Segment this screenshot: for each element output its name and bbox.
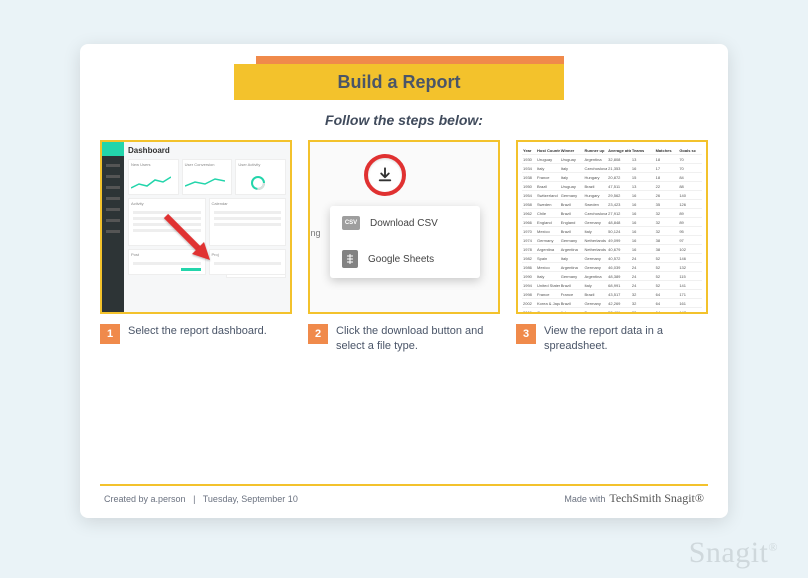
table-row: 1966EnglandEnglandGermany48,848163289 [522,218,702,227]
table-row: 1954SwitzerlandGermanyHungary29,56216261… [522,191,702,200]
dashboard-main: Dashboard New Users User Conversion User… [124,142,290,312]
step-number: 1 [100,324,120,344]
download-button[interactable] [364,154,406,196]
title-bar: Build a Report [234,64,564,100]
menu-item-label: Download CSV [370,218,438,229]
table-row: 1970MexicoBrazilItaly50,124163295 [522,227,702,236]
table-row: 1938FranceItalyHungary20,872151884 [522,173,702,182]
step-caption: View the report data in a spreadsheet. [544,324,708,354]
brand-text: TechSmith Snagit® [609,491,704,506]
table-row: 1994United StatesBrazilItaly68,991245214… [522,281,702,290]
step-caption: Click the download button and select a f… [336,324,500,354]
author-text: Created by a.person [104,494,186,504]
step-3-thumbnail: YearHost CountryWinnerRunner upAverage a… [516,140,708,314]
subtitle: Follow the steps below: [100,112,708,128]
step-1-thumbnail: Dashboard New Users User Conversion User… [100,140,292,314]
menu-download-csv[interactable]: CSV Download CSV [330,206,480,240]
table-row: 2006GermanyItalyFrance52,4913264147 [522,308,702,314]
sidebar-logo [102,142,124,156]
menu-item-label: Google Sheets [368,254,434,265]
footer-meta: Created by a.person | Tuesday, September… [104,494,298,504]
menu-google-sheets[interactable]: Google Sheets [330,240,480,278]
table-row: 1990ItalyGermanyArgentina48,3892452115 [522,272,702,281]
step-caption: Select the report dashboard. [128,324,267,339]
table-row: 1934ItalyItalyCzechoslovakia21,353161770 [522,164,702,173]
snagit-watermark: Snagit® [689,536,778,570]
step-number: 3 [516,324,536,344]
step-2-thumbnail: king CSV Download CSV [308,140,500,314]
page-title: Build a Report [337,72,460,93]
footer-divider [100,484,708,486]
steps-row: Dashboard New Users User Conversion User… [100,140,708,354]
table-row: 1998FranceFranceBrazil43,5173264171 [522,290,702,299]
step-3: YearHost CountryWinnerRunner upAverage a… [516,140,708,354]
dashboard-sidebar [102,142,124,312]
table-row: 1974GermanyGermanyNetherlands49,09916389… [522,236,702,245]
table-row: 1930UruguayUruguayArgentina32,808131870 [522,155,702,164]
dashboard-title: Dashboard [128,146,286,155]
table-row: 2002Korea & JapanBrazilGermany42,2693264… [522,299,702,308]
download-menu: CSV Download CSV Google Sheets [330,206,480,278]
title-wrap: Build a Report [234,62,574,104]
table-row: 1962ChileBrazilCzechoslovakia27,91216328… [522,209,702,218]
made-with: Made with TechSmith Snagit® [564,491,704,506]
table-row: 1950BrazilUruguayBrazil47,511132288 [522,182,702,191]
document-card: Build a Report Follow the steps below: D… [80,44,728,518]
background-text: king [308,228,321,238]
table-row: YearHost CountryWinnerRunner upAverage a… [522,146,702,155]
table-row: 1978ArgentinaArgentinaNetherlands40,6791… [522,245,702,254]
table-row: 1958SwedenBrazilSweden23,4231635126 [522,200,702,209]
date-text: Tuesday, September 10 [203,494,298,504]
table-row: 1986MexicoArgentinaGermany46,0392452132 [522,263,702,272]
footer: Created by a.person | Tuesday, September… [104,491,704,506]
step-2: king CSV Download CSV [308,140,500,354]
step-number: 2 [308,324,328,344]
spreadsheet-table: YearHost CountryWinnerRunner upAverage a… [522,146,702,308]
csv-icon: CSV [342,216,360,230]
download-icon [376,166,394,184]
table-row: 1982SpainItalyGermany40,5722452146 [522,254,702,263]
sheets-icon [342,250,358,268]
step-1: Dashboard New Users User Conversion User… [100,140,292,354]
